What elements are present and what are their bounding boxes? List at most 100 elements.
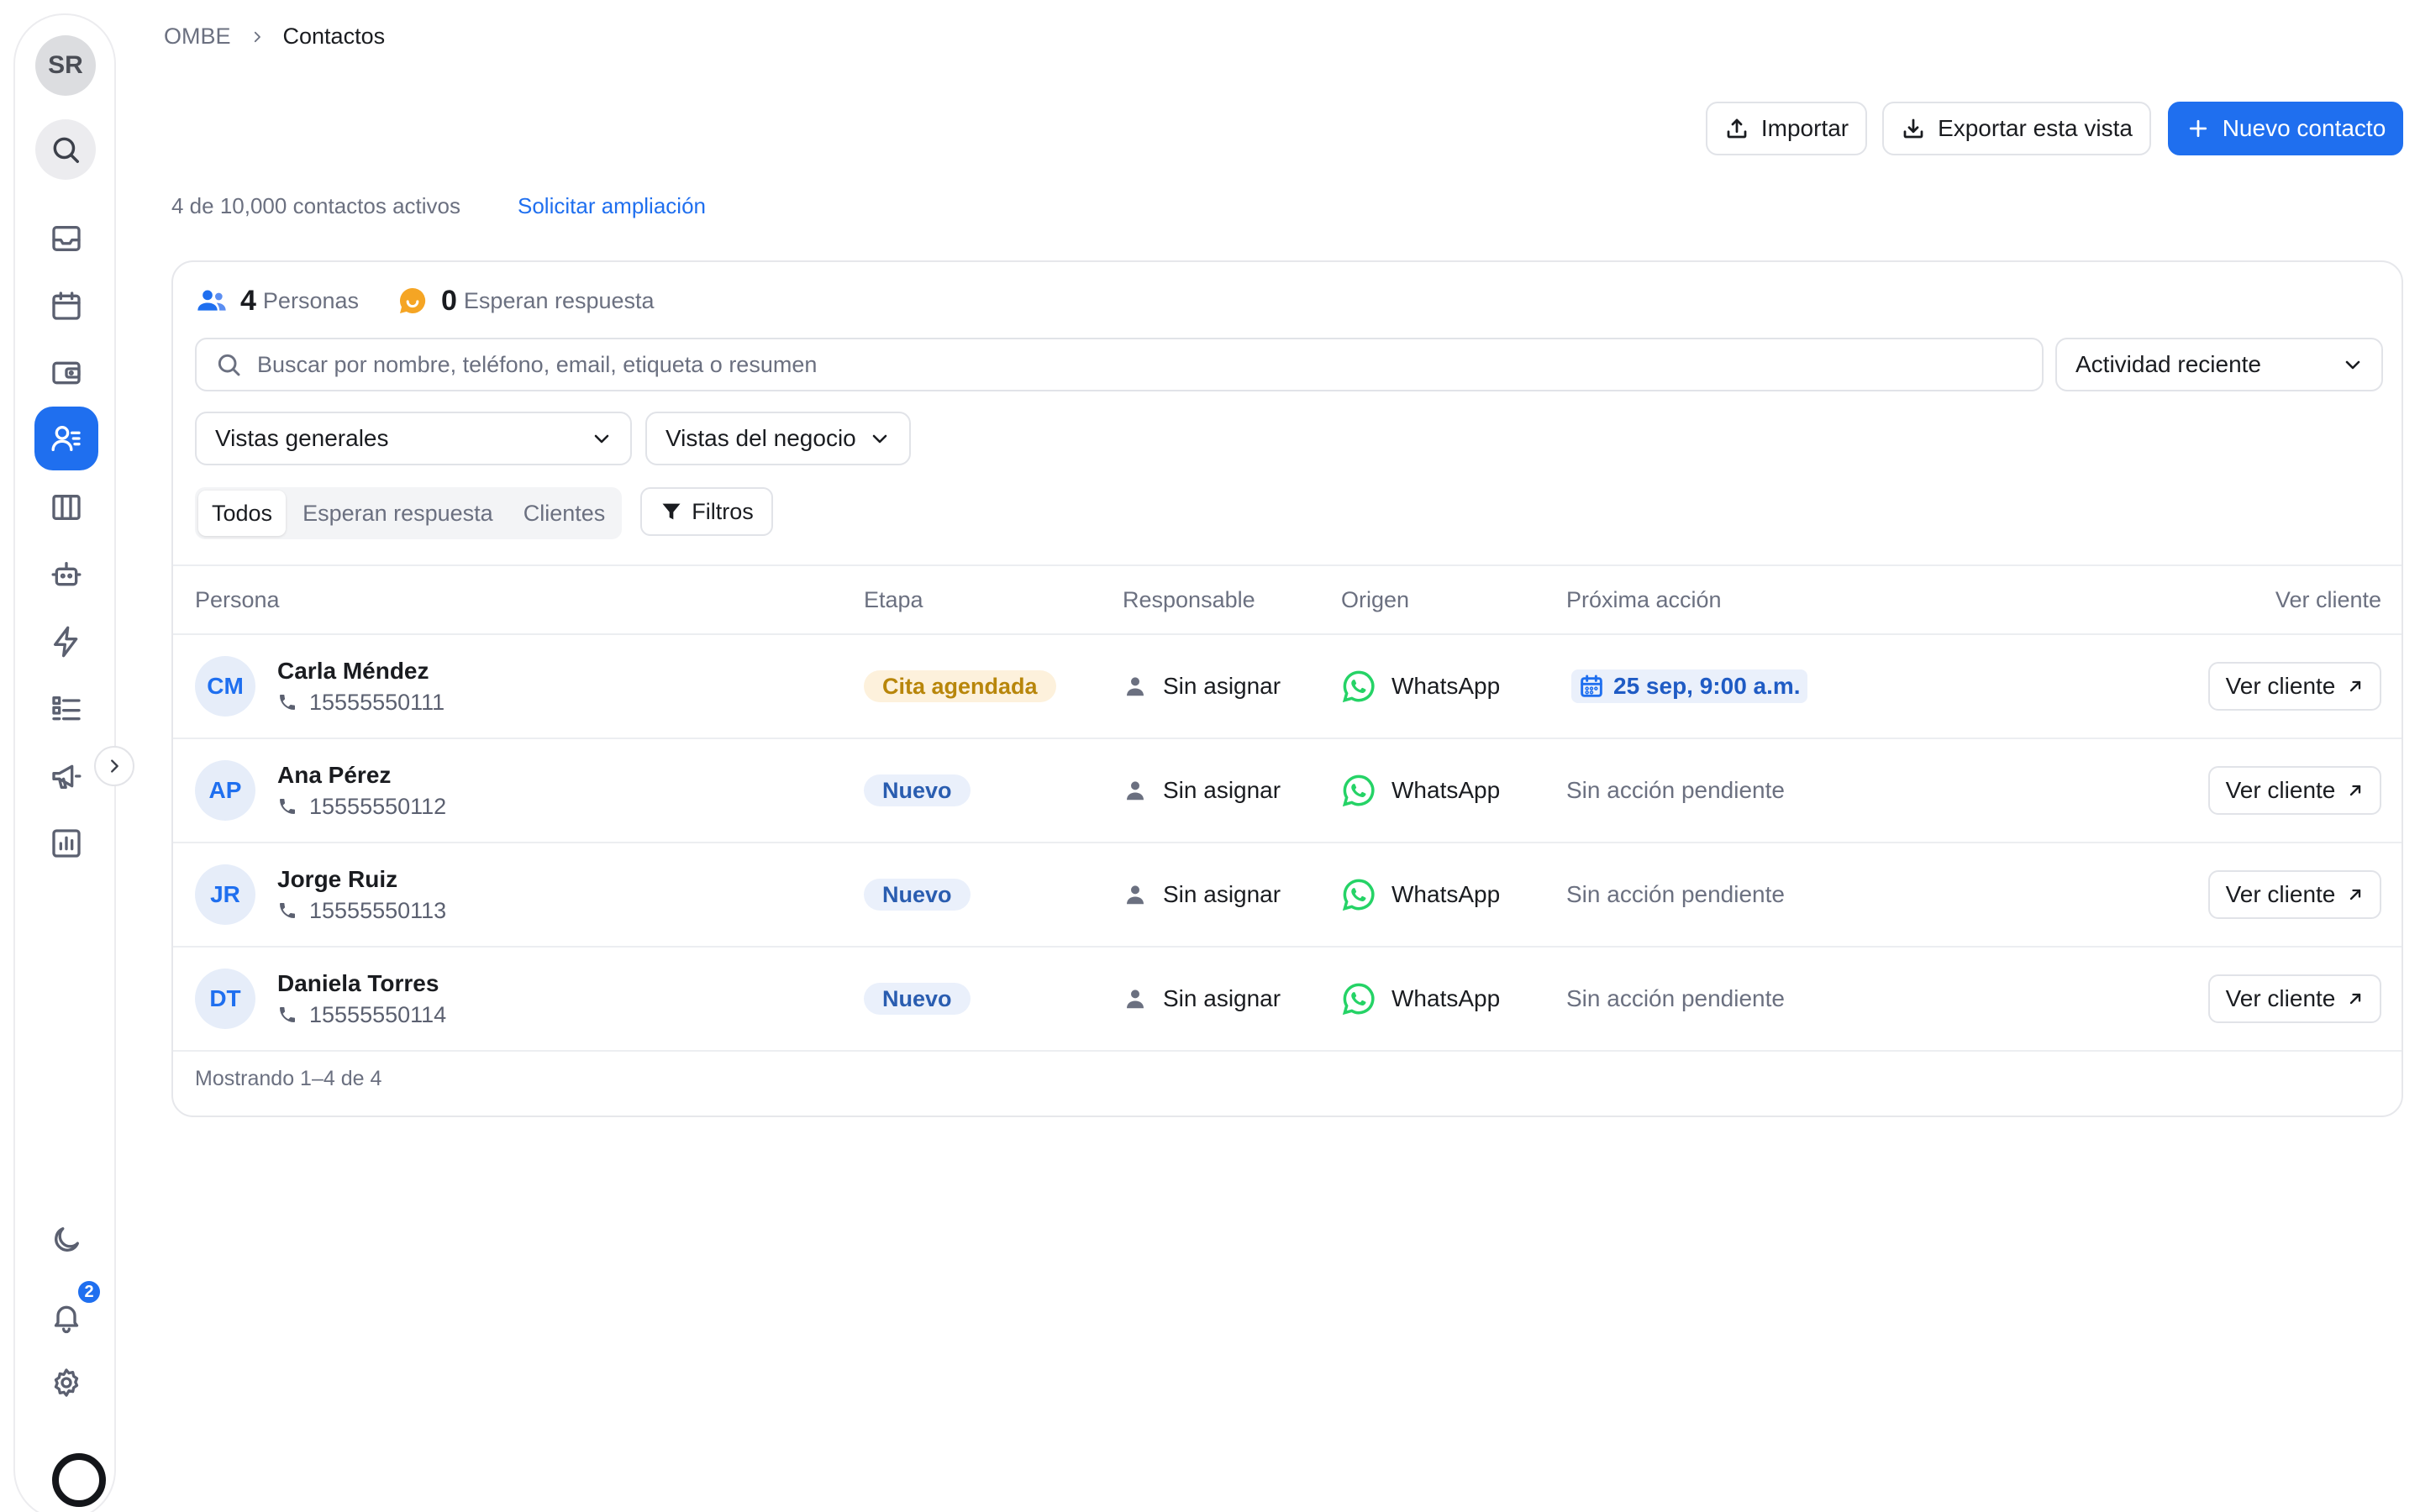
new-contact-button-label: Nuevo contacto	[2222, 115, 2386, 141]
business-views-select[interactable]: Vistas del negocio	[645, 412, 911, 465]
column-header-owner[interactable]: Responsable	[1123, 566, 1255, 633]
person-icon	[1127, 781, 1144, 801]
filters-button[interactable]: Filtros	[640, 487, 773, 536]
whatsapp-icon	[1342, 983, 1375, 1016]
contact-name[interactable]: Jorge Ruiz	[277, 866, 446, 893]
person-icon	[1127, 677, 1144, 696]
origin-cell: WhatsApp	[1341, 669, 1500, 704]
contact-name[interactable]: Carla Méndez	[277, 658, 445, 685]
arrow-up-right-icon	[2350, 785, 2361, 796]
business-views-value: Vistas del negocio	[666, 425, 856, 451]
contact-name[interactable]: Daniela Torres	[277, 970, 446, 997]
import-button-label: Importar	[1760, 115, 1849, 141]
notification-count-badge: 2	[76, 1278, 103, 1305]
arrow-up-right-icon	[2350, 889, 2361, 900]
table-row[interactable]: CM Carla Méndez 15555550111 Cita agendad…	[173, 635, 2402, 739]
avatar: DT	[195, 969, 255, 1029]
export-view-button[interactable]: Exportar esta vista	[1882, 102, 2151, 155]
chevron-down-icon	[2345, 360, 2360, 370]
contacts-icon[interactable]	[34, 407, 98, 470]
tab-clients[interactable]: Clientes	[510, 491, 619, 536]
table-row[interactable]: DT Daniela Torres 15555550114 Nuevo Sin …	[173, 948, 2402, 1052]
download-icon	[1903, 118, 1923, 139]
view-client-button[interactable]: Ver cliente	[2208, 870, 2381, 919]
request-expansion-link[interactable]: Solicitar ampliación	[518, 193, 706, 219]
sort-select-value: Actividad reciente	[2075, 351, 2262, 377]
general-views-select[interactable]: Vistas generales	[195, 412, 632, 465]
megaphone-icon[interactable]	[34, 744, 98, 808]
board-icon[interactable]	[34, 475, 98, 539]
view-client-button[interactable]: Ver cliente	[2208, 766, 2381, 815]
lightning-icon[interactable]	[34, 610, 98, 674]
calendar-icon	[1581, 675, 1602, 697]
reports-icon[interactable]	[34, 811, 98, 875]
view-client-button[interactable]: Ver cliente	[2208, 662, 2381, 711]
app-logo	[52, 1453, 106, 1507]
people-count: 4	[240, 284, 256, 317]
sort-select[interactable]: Actividad reciente	[2055, 338, 2383, 391]
new-contact-button[interactable]: Nuevo contacto	[2168, 102, 2403, 155]
contacts-card: 4 Personas 0 Esperan respuesta Actividad…	[171, 260, 2403, 1117]
avatar: JR	[195, 864, 255, 925]
gear-icon[interactable]	[34, 1351, 98, 1415]
plus-icon	[2189, 119, 2207, 138]
view-client-button[interactable]: Ver cliente	[2208, 974, 2381, 1023]
phone-icon	[280, 799, 295, 814]
search-icon[interactable]	[35, 119, 96, 180]
calendar-icon[interactable]	[34, 274, 98, 338]
contact-phone: 15555550114	[277, 1002, 446, 1028]
column-header-stage[interactable]: Etapa	[864, 566, 923, 633]
stats-bar: 4 Personas 0 Esperan respuesta	[195, 284, 655, 318]
person-icon	[1127, 885, 1144, 905]
import-button[interactable]: Importar	[1706, 102, 1867, 155]
person-icon	[1127, 990, 1144, 1009]
contact-phone: 15555550111	[277, 690, 445, 716]
general-views-value: Vistas generales	[215, 425, 389, 451]
origin-cell: WhatsApp	[1341, 877, 1500, 912]
people-label: Personas	[262, 287, 359, 313]
contacts-quota-text: 4 de 10,000 contactos activos	[171, 193, 461, 218]
column-header-person[interactable]: Persona	[195, 566, 280, 633]
chevron-right-icon	[254, 31, 260, 42]
column-header-view-client: Ver cliente	[2275, 586, 2381, 612]
search-box[interactable]	[195, 338, 2044, 391]
breadcrumb-root[interactable]: OMBE	[164, 24, 231, 50]
stage-badge: Nuevo	[864, 774, 971, 806]
stage-badge: Cita agendada	[864, 670, 1056, 702]
whatsapp-icon	[1342, 774, 1375, 807]
chevron-down-icon	[594, 434, 609, 444]
next-action-text: Sin acción pendiente	[1566, 777, 1785, 803]
bot-icon[interactable]	[34, 543, 98, 606]
filters-button-label: Filtros	[692, 498, 754, 524]
tab-waiting[interactable]: Esperan respuesta	[289, 491, 507, 536]
chevron-down-icon	[872, 434, 887, 444]
phone-icon	[280, 903, 295, 918]
chevron-right-icon	[111, 759, 118, 773]
search-input[interactable]	[257, 351, 1938, 378]
user-avatar[interactable]: SR	[35, 35, 96, 96]
search-icon	[218, 354, 240, 376]
table-row[interactable]: AP Ana Pérez 15555550112 Nuevo Sin asign…	[173, 739, 2402, 843]
owner-cell: Sin asignar	[1123, 881, 1281, 908]
avatar: AP	[195, 760, 255, 821]
column-header-origin[interactable]: Origen	[1341, 566, 1409, 633]
stage-badge: Nuevo	[864, 879, 971, 911]
phone-icon	[280, 695, 295, 710]
origin-cell: WhatsApp	[1341, 981, 1500, 1016]
table-header: Persona Etapa Responsable Origen Próxima…	[173, 564, 2402, 635]
arrow-up-right-icon	[2350, 993, 2361, 1005]
contact-phone: 15555550113	[277, 898, 446, 924]
inbox-icon[interactable]	[34, 207, 98, 270]
filter-icon	[662, 503, 681, 520]
checklist-icon[interactable]	[34, 677, 98, 741]
column-header-next-action[interactable]: Próxima acción	[1566, 566, 1722, 633]
tab-all[interactable]: Todos	[198, 491, 287, 536]
table-row[interactable]: JR Jorge Ruiz 15555550113 Nuevo Sin asig…	[173, 843, 2402, 948]
segment-tabs: Todos Esperan respuesta Clientes	[195, 487, 623, 539]
expand-sidebar-button[interactable]	[94, 746, 134, 786]
origin-cell: WhatsApp	[1341, 773, 1500, 808]
wallet-icon[interactable]	[34, 341, 98, 405]
owner-cell: Sin asignar	[1123, 673, 1281, 700]
moon-icon[interactable]	[34, 1208, 98, 1272]
contact-name[interactable]: Ana Pérez	[277, 762, 446, 789]
